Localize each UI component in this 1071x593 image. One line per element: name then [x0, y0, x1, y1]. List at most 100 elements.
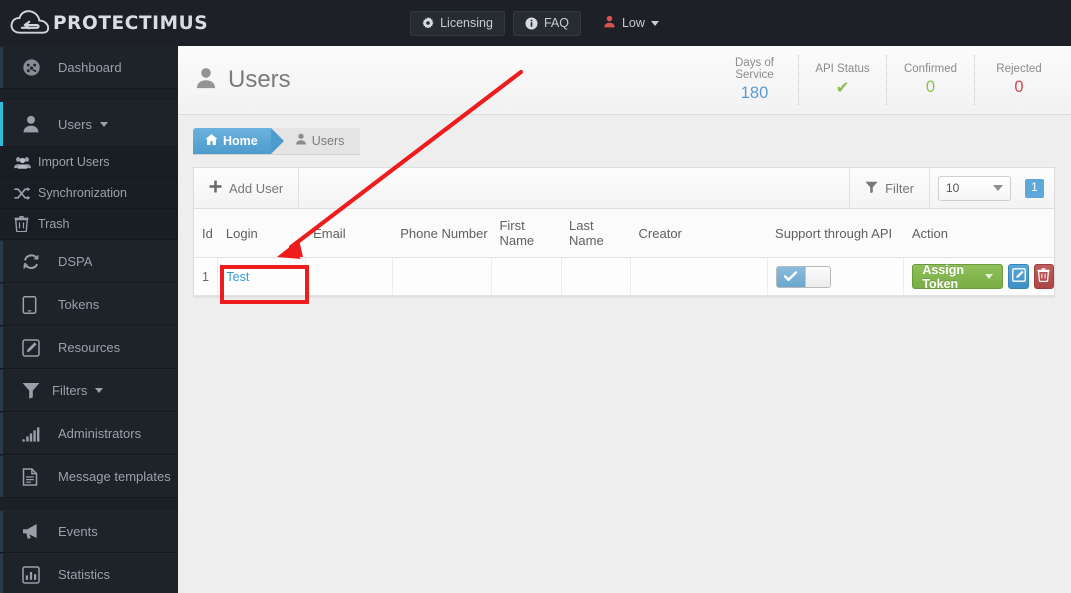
- users-group-icon: [14, 155, 36, 170]
- sidebar-item-label: Dashboard: [58, 60, 122, 75]
- chevron-down-icon: [650, 20, 659, 26]
- col-login: Login: [217, 209, 306, 258]
- col-phone: Phone Number: [392, 209, 492, 258]
- chevron-down-icon: [993, 185, 1003, 191]
- sidebar-item-resources[interactable]: Resources: [0, 326, 178, 369]
- sidebar-item-dashboard[interactable]: Dashboard: [0, 46, 178, 89]
- sidebar-item-label: Users: [58, 116, 92, 132]
- user-menu[interactable]: Low: [603, 15, 659, 31]
- edit-user-button[interactable]: [1008, 264, 1029, 289]
- chevron-down-icon: [985, 274, 994, 279]
- sidebar-item-tokens[interactable]: Tokens: [0, 283, 178, 326]
- delete-user-button[interactable]: [1033, 264, 1054, 289]
- licensing-button[interactable]: Licensing: [410, 10, 505, 36]
- table-head: Id Login Email Phone Number First Name L…: [194, 209, 1054, 258]
- breadcrumb-current-label: Users: [311, 133, 345, 148]
- filter-label: Filter: [885, 180, 914, 196]
- col-creator: Creator: [630, 209, 768, 258]
- cell-email: [305, 257, 393, 296]
- table-row: 1 Test Assign Token: [194, 257, 1054, 296]
- breadcrumb: Home Users: [178, 115, 1071, 167]
- user-login-link[interactable]: Test: [226, 270, 249, 284]
- active-accent-bar: [0, 284, 3, 325]
- sidebar-item-filters[interactable]: Filters: [0, 369, 178, 412]
- page-size-select[interactable]: 10: [938, 175, 1011, 201]
- col-email: Email: [305, 209, 393, 258]
- main-content: Users Days of Service 180 API Status ✔ C…: [178, 46, 1071, 593]
- sidebar-item-label: Import Users: [38, 155, 110, 169]
- edit-pencil-icon: [1011, 268, 1026, 285]
- breadcrumb-home[interactable]: Home: [193, 127, 284, 154]
- edit-square-icon: [22, 338, 48, 357]
- pagination: 1: [1019, 168, 1054, 208]
- filter-button[interactable]: Filter: [849, 168, 929, 208]
- stat-value: ✔: [835, 78, 850, 97]
- stat-label: API Status: [815, 62, 870, 75]
- stat-value: 0: [925, 78, 936, 96]
- assign-token-button[interactable]: Assign Token: [912, 263, 1004, 291]
- pagination-page-label: 1: [1031, 182, 1038, 194]
- users-table: Id Login Email Phone Number First Name L…: [194, 209, 1054, 296]
- refresh-icon: [22, 253, 48, 271]
- col-support: Support through API: [767, 209, 904, 258]
- chevron-down-icon: [99, 121, 108, 127]
- pagination-page-1[interactable]: 1: [1025, 178, 1044, 198]
- stat-value: 0: [1014, 78, 1024, 96]
- active-accent-bar: [0, 241, 3, 282]
- sidebar-item-label: Events: [58, 524, 98, 539]
- licensing-label: Licensing: [440, 16, 493, 30]
- sidebar-item-users[interactable]: Users: [0, 101, 178, 147]
- dashboard-gauge-icon: [22, 58, 48, 77]
- sidebar-item-dspa[interactable]: DSPA: [0, 240, 178, 283]
- user-menu-label: Low: [621, 16, 645, 30]
- table-toolbar: Add User Filter 10 1: [194, 168, 1054, 209]
- toggle-knob: [804, 266, 830, 287]
- sidebar-item-trash[interactable]: Trash: [0, 209, 178, 240]
- user-icon: [603, 15, 616, 31]
- row-actions: Assign Token: [912, 263, 1054, 291]
- breadcrumb-home-label: Home: [223, 133, 258, 148]
- faq-label: FAQ: [543, 16, 569, 30]
- sidebar-item-statistics[interactable]: Statistics: [0, 553, 178, 593]
- sidebar-item-events[interactable]: Events: [0, 510, 178, 553]
- table-header-row: Id Login Email Phone Number First Name L…: [194, 209, 1054, 258]
- cell-support-through-api: [767, 257, 905, 296]
- cell-creator: [630, 257, 768, 296]
- cell-id: 1: [194, 257, 219, 296]
- col-action: Action: [903, 209, 1054, 258]
- add-user-button[interactable]: Add User: [194, 168, 300, 208]
- funnel-icon: [22, 382, 48, 399]
- col-last: Last Name: [561, 209, 631, 258]
- support-api-toggle[interactable]: [775, 265, 831, 288]
- stat-days-of-service: Days of Service 180: [711, 55, 799, 105]
- active-accent-bar: [0, 102, 3, 146]
- sidebar-divider: [0, 89, 178, 101]
- shuffle-icon: [14, 186, 36, 201]
- faq-button[interactable]: FAQ: [512, 10, 581, 36]
- active-accent-bar: [0, 370, 3, 411]
- add-user-label: Add User: [229, 180, 284, 196]
- plus-icon: [209, 180, 222, 196]
- sidebar-item-message-templates[interactable]: Message templates: [0, 455, 178, 498]
- sidebar-item-label: Resources: [58, 340, 121, 355]
- cloud-arrow-logo-icon: [9, 8, 51, 38]
- sidebar-item-synchronization[interactable]: Synchronization: [0, 178, 178, 209]
- trash-icon: [1037, 268, 1050, 285]
- sidebar-item-label: Tokens: [58, 297, 100, 312]
- sidebar-item-import-users[interactable]: Import Users: [0, 147, 178, 178]
- trash-icon: [14, 216, 36, 232]
- sidebar: Dashboard Users Import Users Synchroniza…: [0, 46, 178, 593]
- brand-logo[interactable]: PROTECTIMUS: [0, 0, 208, 46]
- page-header: Users Days of Service 180 API Status ✔ C…: [178, 46, 1071, 115]
- sidebar-item-administrators[interactable]: Administrators: [0, 412, 178, 455]
- user-icon: [195, 67, 217, 94]
- top-bar: PROTECTIMUS Licensing FAQ Low: [0, 0, 1071, 46]
- stat-confirmed: Confirmed 0: [887, 55, 975, 105]
- active-accent-bar: [0, 456, 3, 497]
- sidebar-divider: [0, 498, 178, 510]
- sidebar-item-label: DSPA: [58, 254, 93, 269]
- col-first: First Name: [491, 209, 561, 258]
- sidebar-item-label: Trash: [38, 217, 70, 231]
- col-id: Id: [194, 209, 218, 258]
- table-body: 1 Test Assign Token: [194, 257, 1054, 296]
